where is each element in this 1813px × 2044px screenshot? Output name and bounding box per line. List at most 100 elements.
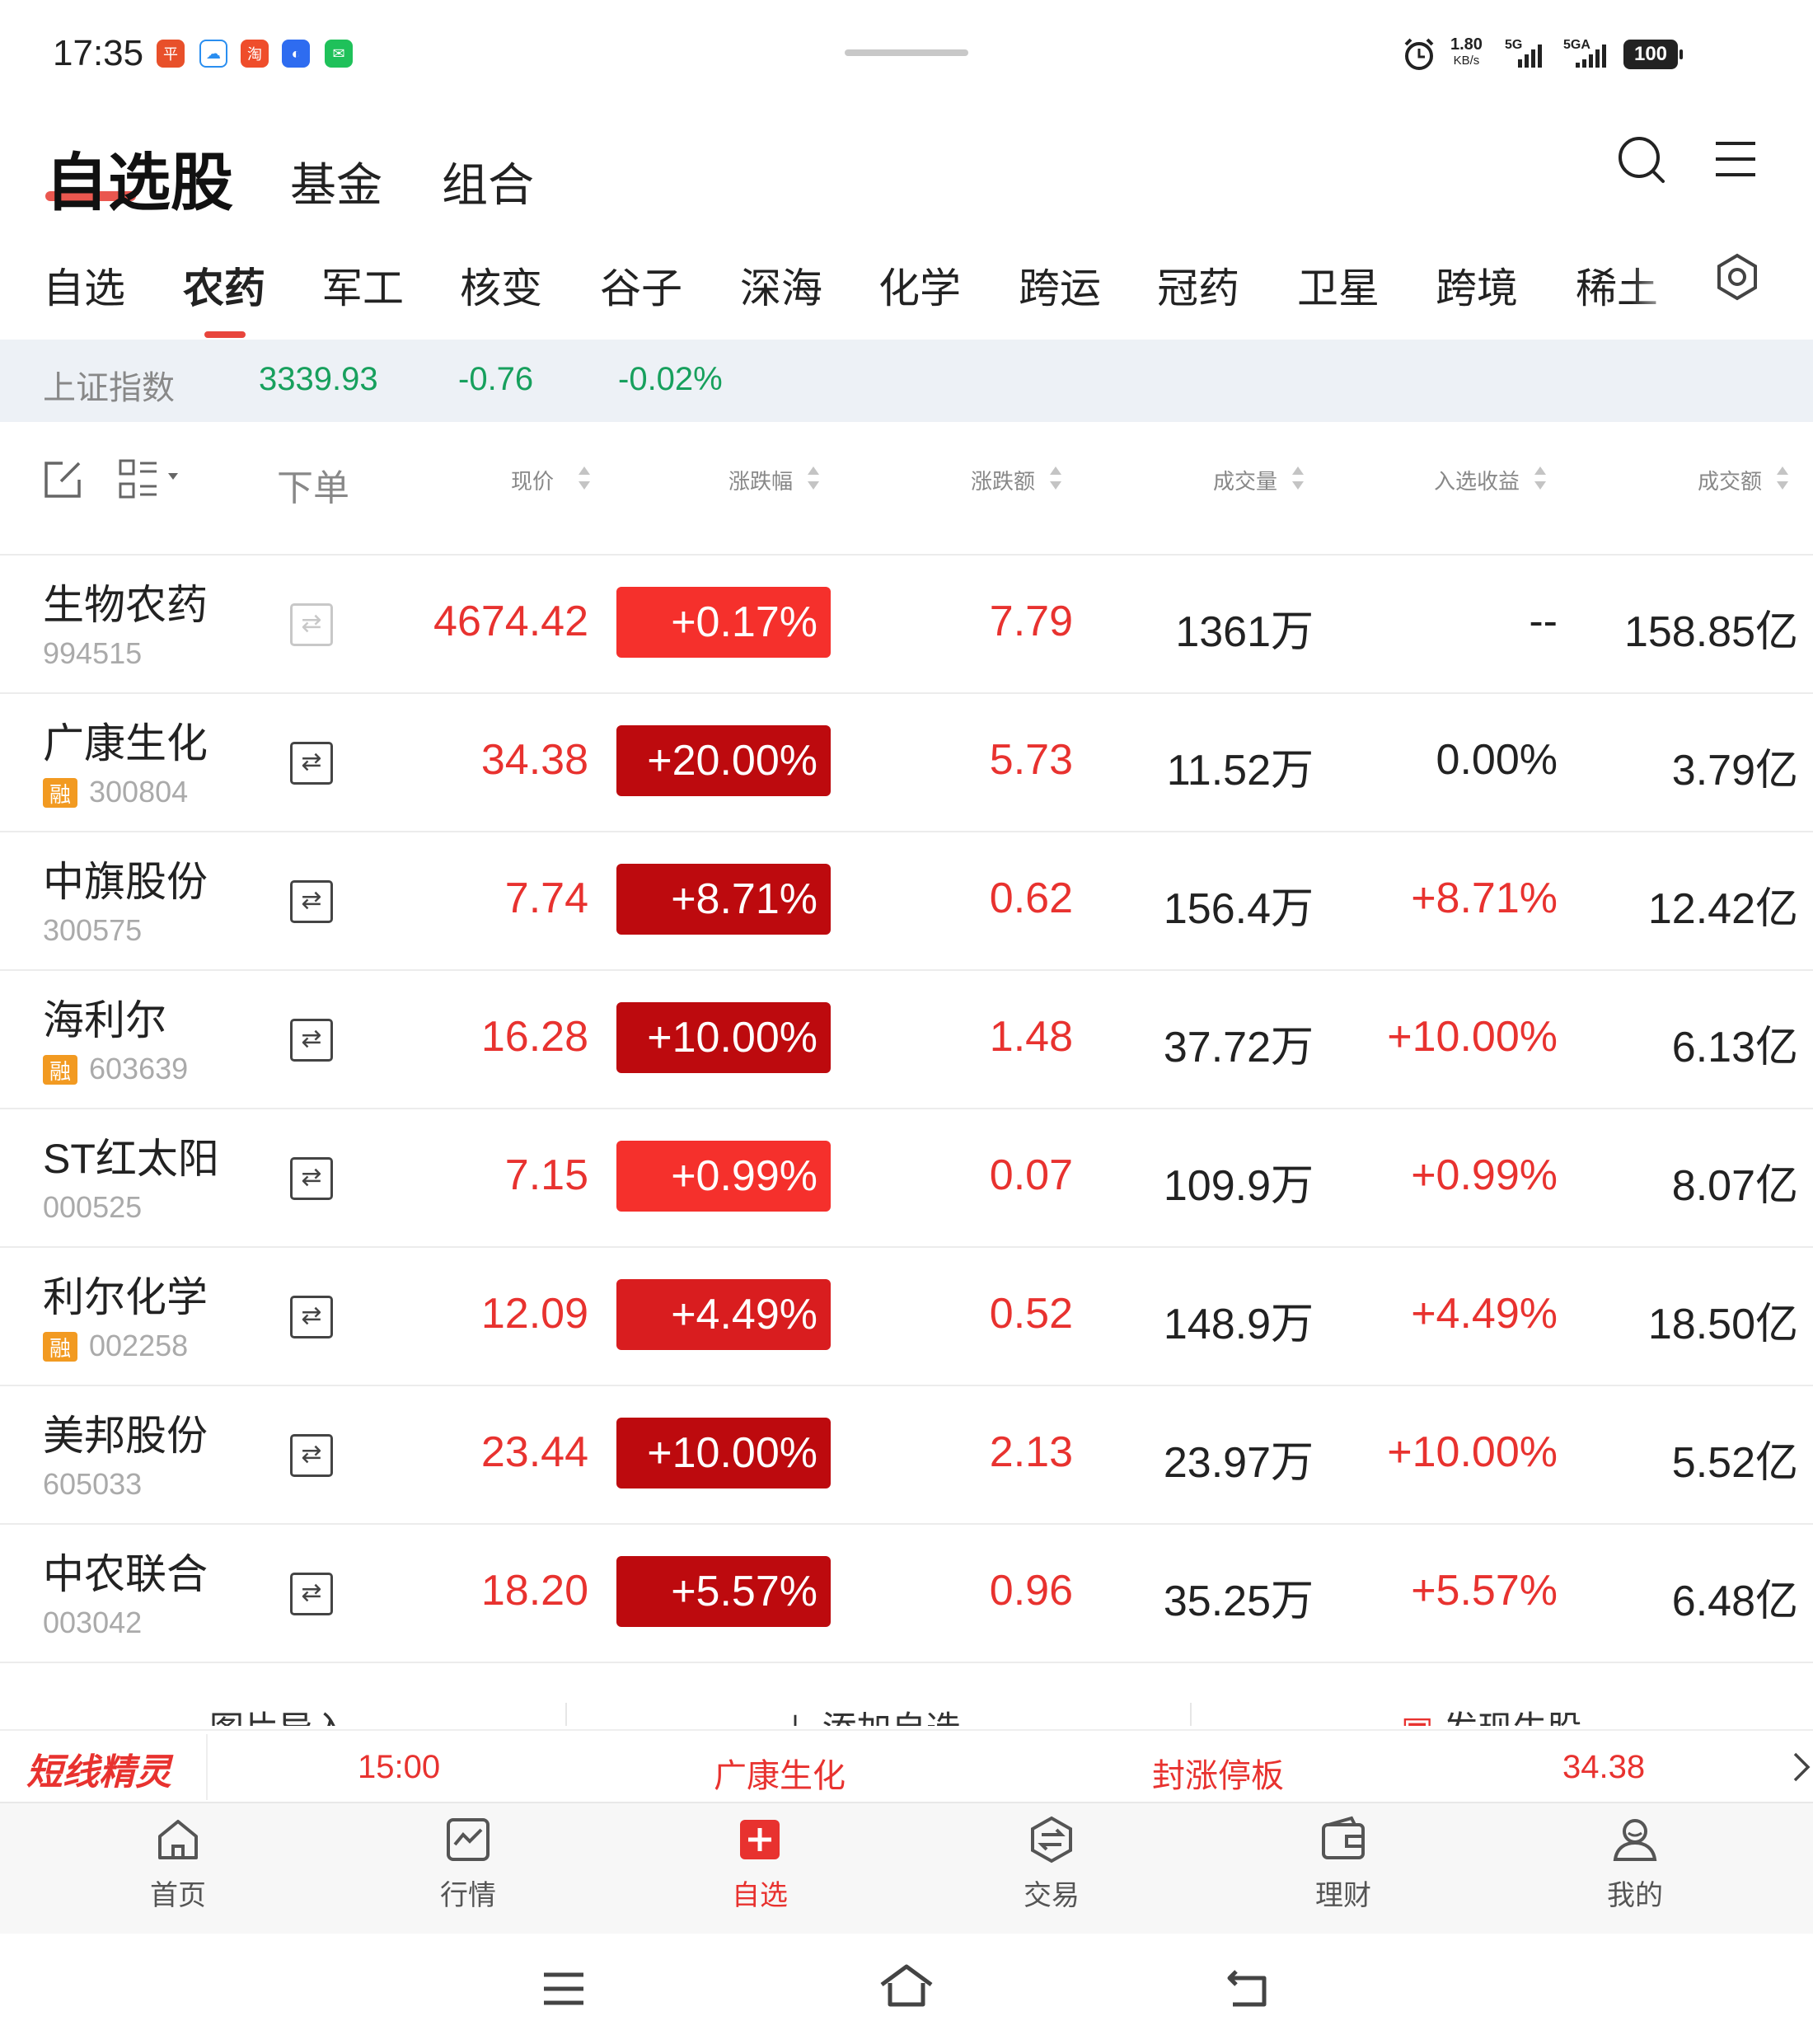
stock-code: 603639 [89, 1052, 189, 1085]
category-tab-grain[interactable]: 谷子 [600, 256, 682, 315]
nav-home[interactable]: 首页 [96, 1810, 260, 1925]
taobao-app-icon: 淘 [241, 40, 269, 68]
category-tab-shipping[interactable]: 跨运 [1019, 256, 1101, 315]
index-change: -0.76 [458, 361, 534, 397]
layout-toggle-icon[interactable] [119, 458, 190, 501]
table-row[interactable]: 中农联合 003042 ⇄ 18.20 +5.57% 0.96 35.25万 +5.57% 6.… [0, 1523, 1813, 1663]
category-settings-icon[interactable] [1712, 252, 1762, 302]
trade-icon[interactable]: ⇄ [290, 1296, 333, 1338]
nav-finance[interactable]: 理财 [1261, 1810, 1426, 1925]
nav-trade[interactable]: 交易 [969, 1810, 1134, 1925]
change-pct-badge: +8.71% [616, 864, 831, 935]
column-change-pct[interactable]: 涨跌幅 [728, 465, 793, 495]
stock-name: 生物农药 [43, 582, 208, 628]
sort-gain-icon[interactable] [1534, 466, 1546, 491]
change-pct-badge: +5.57% [616, 1556, 831, 1627]
signal2-bars-icon [1576, 43, 1606, 68]
tab-portfolio[interactable]: 组合 [442, 148, 534, 215]
nav-watchlist[interactable]: 自选 [677, 1810, 842, 1925]
signal1-bars-icon [1518, 43, 1542, 68]
table-row[interactable]: 生物农药 994515 ⇄ 4674.42 +0.17% 7.79 1361万 -- 158.8… [0, 554, 1813, 694]
short-term-ticker[interactable] [0, 1729, 1813, 1803]
ticker-stock[interactable]: 广康生化 [714, 1749, 846, 1797]
edit-icon[interactable] [43, 460, 82, 499]
category-tab-chemical[interactable]: 化学 [878, 256, 961, 315]
image-import-button[interactable]: 图片导入 [209, 1701, 348, 1726]
column-change-amt[interactable]: 涨跌额 [971, 465, 1035, 495]
column-amount[interactable]: 成交额 [1698, 465, 1762, 495]
change-amount: 7.79 [989, 598, 1073, 645]
add-watchlist-button[interactable]: ＋ 添加自选 [778, 1701, 961, 1726]
category-tab-nuclear[interactable]: 核变 [460, 256, 542, 315]
back-icon[interactable] [1225, 1967, 1271, 2009]
index-name: 上证指数 [43, 370, 175, 406]
table-row[interactable]: 美邦股份 605033 ⇄ 23.44 +10.00% 2.13 23.97万 +10.00%… [0, 1385, 1813, 1525]
stock-code: 994515 [43, 636, 143, 670]
bottom-nav [0, 1802, 1813, 1935]
category-tab-satellite[interactable]: 卫星 [1297, 256, 1380, 315]
nav-profile[interactable]: 我的 [1553, 1810, 1717, 1925]
category-tab-military[interactable]: 军工 [321, 256, 404, 315]
trade-icon[interactable]: ⇄ [290, 1019, 333, 1062]
volume: 35.25万 [1163, 1578, 1314, 1625]
tab-fund[interactable]: 基金 [290, 148, 382, 215]
footer-divider [565, 1703, 567, 1726]
category-tab-medicine[interactable]: 冠药 [1157, 256, 1239, 315]
search-icon[interactable] [1617, 135, 1666, 185]
column-price[interactable]: 现价 [511, 465, 554, 495]
home-icon [158, 1820, 198, 1859]
category-active-indicator [204, 331, 246, 338]
stock-price: 16.28 [480, 1013, 588, 1061]
change-amount: 0.07 [989, 1151, 1073, 1199]
trade-icon[interactable]: ⇄ [290, 603, 333, 646]
change-pct-badge: +20.00% [616, 725, 831, 796]
drag-handle[interactable] [845, 49, 968, 56]
margin-badge: 融 [43, 1055, 77, 1085]
change-pct-badge: +0.99% [616, 1141, 831, 1212]
plus-square-icon [740, 1820, 780, 1859]
sort-volume-icon[interactable] [1292, 466, 1304, 491]
trade-icon[interactable]: ⇄ [290, 1434, 333, 1477]
chevron-right-icon[interactable] [1790, 1751, 1813, 1784]
column-gain[interactable]: 入选收益 [1434, 465, 1520, 495]
trade-icon[interactable]: ⇄ [290, 1573, 333, 1615]
category-tab-pesticide[interactable]: 农药 [183, 256, 265, 315]
table-row[interactable]: ST红太阳 000525 ⇄ 7.15 +0.99% 0.07 109.9万 +0.99% 8.… [0, 1108, 1813, 1248]
table-row[interactable]: 广康生化融 300804 ⇄ 34.38 +20.00% 5.73 11.52万 0.00% 3… [0, 692, 1813, 832]
column-volume[interactable]: 成交量 [1213, 465, 1277, 495]
category-tab-deepsea[interactable]: 深海 [740, 256, 822, 315]
sort-price-icon[interactable] [579, 466, 590, 491]
trade-icon[interactable]: ⇄ [290, 742, 333, 785]
page-title[interactable]: 自选股 [45, 132, 233, 223]
cloud-app-icon: ☁ [199, 40, 227, 68]
index-value: 3339.93 [259, 361, 378, 397]
pingan-app-icon: 平 [157, 40, 185, 68]
category-tab-crossborder[interactable]: 跨境 [1436, 256, 1518, 315]
category-tab-zixuan[interactable]: 自选 [43, 256, 125, 315]
turnover-amount: 12.42亿 [1647, 885, 1798, 933]
sort-change-pct-icon[interactable] [808, 466, 819, 491]
table-row[interactable]: 海利尔融 603639 ⇄ 16.28 +10.00% 1.48 37.72万 +10.00%… [0, 969, 1813, 1109]
nav-market[interactable]: 行情 [386, 1810, 550, 1925]
recent-apps-icon[interactable] [541, 1970, 587, 2008]
discover-stocks-button[interactable]: ▣ 发现牛股 [1401, 1701, 1581, 1726]
sort-change-amt-icon[interactable] [1050, 466, 1061, 491]
sort-amount-icon[interactable] [1777, 466, 1788, 491]
turnover-amount: 158.85亿 [1623, 608, 1798, 656]
volume: 156.4万 [1163, 885, 1314, 933]
stock-code: 300575 [43, 913, 143, 947]
stock-code: 003042 [43, 1606, 143, 1639]
turnover-amount: 5.52亿 [1671, 1439, 1798, 1487]
home-nav-icon[interactable] [878, 1962, 935, 2011]
table-row[interactable]: 利尔化学融 002258 ⇄ 12.09 +4.49% 0.52 148.9万 +4.49% 1… [0, 1246, 1813, 1386]
turnover-amount: 8.07亿 [1671, 1162, 1798, 1210]
stock-price: 34.38 [480, 736, 588, 784]
trade-icon[interactable]: ⇄ [290, 880, 333, 923]
trade-icon[interactable]: ⇄ [290, 1157, 333, 1200]
turnover-amount: 3.79亿 [1671, 747, 1798, 795]
scan-icon: ▣ [1401, 1709, 1443, 1726]
turnover-amount: 6.13亿 [1671, 1024, 1798, 1071]
browser-app-icon: ◐ [282, 40, 310, 68]
table-row[interactable]: 中旗股份 300575 ⇄ 7.74 +8.71% 0.62 156.4万 +8.71% 12.… [0, 831, 1813, 971]
menu-icon[interactable] [1714, 140, 1757, 178]
